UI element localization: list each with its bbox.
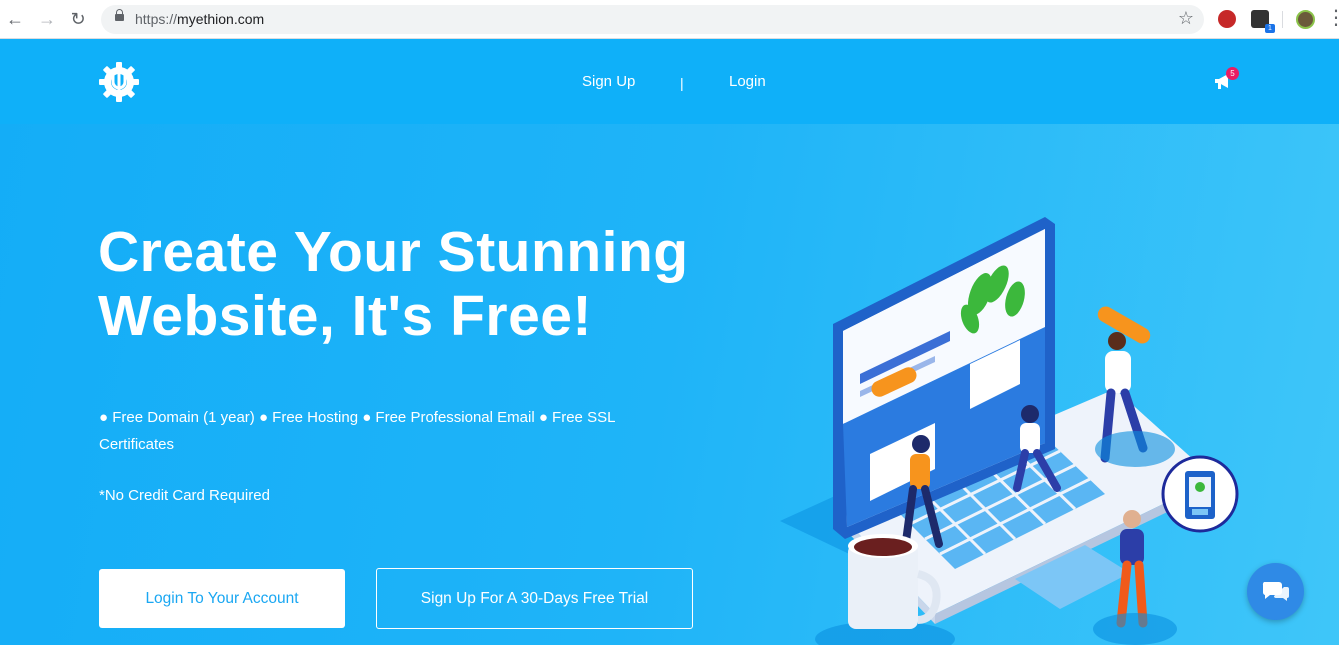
url-scheme: https://	[135, 11, 178, 27]
extension-icon[interactable]	[1218, 10, 1236, 28]
url-host: myethion.com	[177, 11, 265, 27]
forward-arrow-icon[interactable]: →	[36, 8, 58, 30]
no-credit-card-note: *No Credit Card Required	[99, 487, 270, 504]
reload-icon[interactable]: ↻	[67, 8, 89, 30]
feature-list: ● Free Domain (1 year) ● Free Hosting ● …	[99, 409, 615, 453]
profile-avatar[interactable]	[1296, 10, 1315, 29]
nav-login-link[interactable]: Login	[729, 73, 766, 90]
back-arrow-icon[interactable]: ←	[4, 8, 26, 30]
extension-badge: 1	[1265, 24, 1275, 33]
site-header: Sign Up | Login 5	[0, 39, 1339, 124]
nav-signup-link[interactable]: Sign Up	[582, 73, 635, 90]
lock-icon	[115, 9, 124, 21]
hero-title: Create Your Stunning Website, It's Free!	[98, 220, 738, 348]
hero-title-line1: Create Your Stunning	[98, 220, 689, 284]
extension-icon[interactable]: 1	[1251, 10, 1275, 33]
chat-button[interactable]	[1247, 563, 1304, 620]
notification-badge: 5	[1226, 67, 1239, 80]
gear-logo-icon[interactable]	[98, 61, 140, 103]
star-icon[interactable]: ☆	[1178, 8, 1194, 29]
nav-divider: |	[680, 75, 684, 91]
browser-toolbar: ← → ↻ https://myethion.com ☆ 1 ⋮	[0, 0, 1339, 39]
signup-trial-button[interactable]: Sign Up For A 30-Days Free Trial	[376, 568, 693, 629]
url-text[interactable]: https://myethion.com	[135, 11, 264, 27]
toolbar-divider	[1282, 11, 1283, 28]
laptop-illustration	[780, 217, 1239, 645]
chat-icon	[1262, 581, 1289, 601]
login-account-button[interactable]: Login To Your Account	[99, 569, 345, 628]
menu-icon[interactable]: ⋮	[1326, 8, 1339, 28]
address-bar[interactable]: https://myethion.com ☆	[101, 5, 1204, 34]
landing-page: Sign Up | Login 5 Create Your Stunning W…	[0, 39, 1339, 645]
hero-title-line2: Website, It's Free!	[98, 284, 592, 348]
